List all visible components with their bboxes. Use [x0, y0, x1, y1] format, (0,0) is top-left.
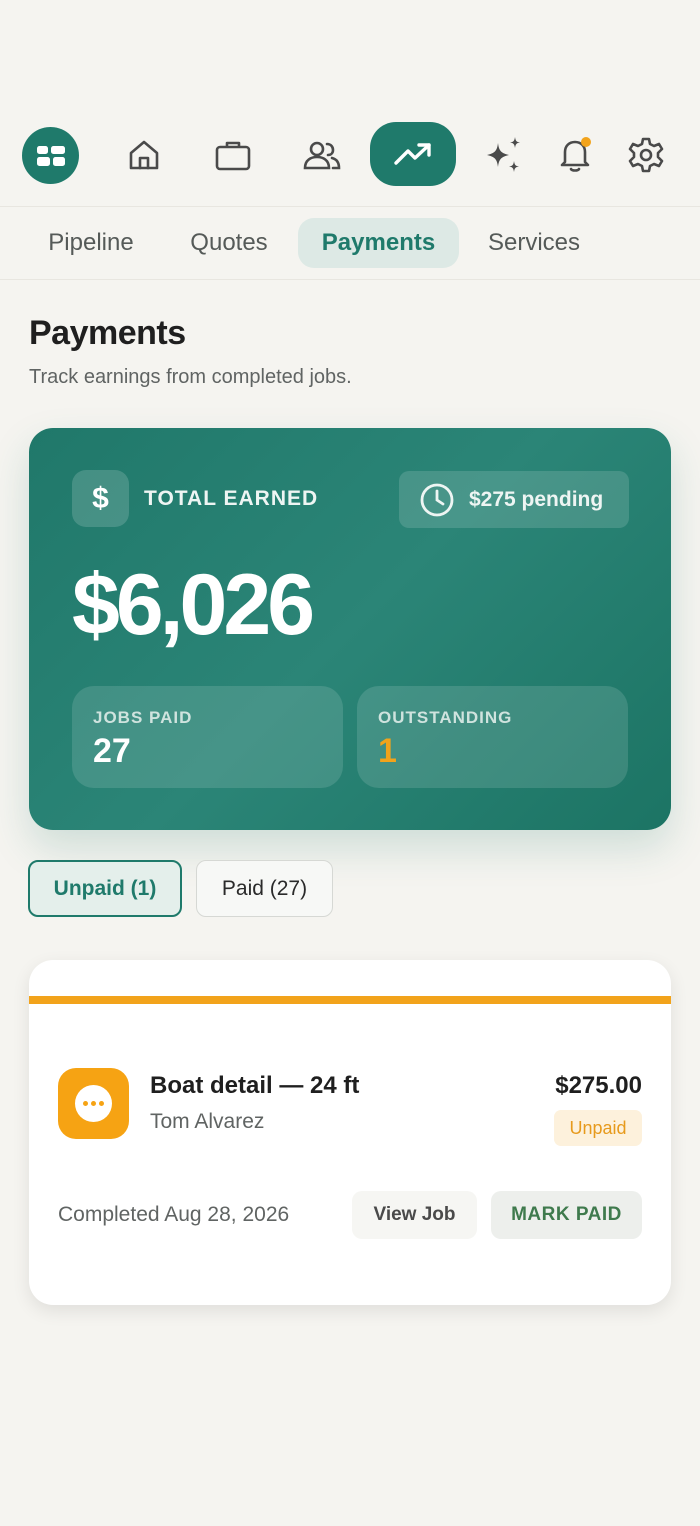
job-amount: $275.00: [555, 1072, 642, 1099]
top-icon-nav: [0, 122, 700, 188]
job-payment-card: Boat detail — 24 ft Tom Alvarez $275.00 …: [29, 960, 671, 1305]
section-tabs: Pipeline Quotes Payments Services: [0, 206, 700, 280]
filter-unpaid-chip[interactable]: Unpaid (1): [28, 860, 182, 917]
unpaid-status-strip: [29, 996, 671, 1004]
trending-up-icon[interactable]: [370, 122, 456, 186]
job-completed-date: Completed Aug 28, 2026: [58, 1203, 290, 1226]
jobs-paid-value: 27: [93, 732, 131, 770]
mark-paid-button[interactable]: MARK PAID: [491, 1191, 642, 1239]
dashboard-grid-icon[interactable]: [22, 127, 79, 184]
bell-icon[interactable]: [543, 122, 607, 188]
job-client: Tom Alvarez: [150, 1110, 265, 1133]
notification-dot: [581, 137, 591, 147]
pending-amount: $275 pending: [469, 487, 604, 511]
gear-icon[interactable]: [614, 122, 678, 188]
tab-quotes[interactable]: Quotes: [172, 218, 286, 268]
sparkles-icon[interactable]: [472, 122, 536, 188]
view-job-button[interactable]: View Job: [352, 1191, 477, 1239]
clock-icon: [420, 483, 454, 516]
pending-badge: $275 pending: [399, 471, 629, 528]
payments-screen: Pipeline Quotes Payments Services Paymen…: [0, 0, 700, 1526]
outstanding-value: 1: [378, 732, 397, 770]
outstanding-stat: OUTSTANDING 1: [357, 686, 628, 788]
dollar-icon: $: [72, 470, 129, 527]
page-subtitle: Track earnings from completed jobs.: [29, 366, 352, 388]
jobs-paid-stat: JOBS PAID 27: [72, 686, 343, 788]
total-earned-amount: $6,026: [72, 557, 315, 653]
home-icon[interactable]: [112, 122, 176, 188]
outstanding-label: OUTSTANDING: [378, 708, 513, 727]
tab-payments[interactable]: Payments: [298, 218, 459, 268]
tab-services[interactable]: Services: [470, 218, 598, 268]
page-title: Payments: [29, 314, 186, 352]
pending-dots-icon: [58, 1068, 129, 1139]
job-title: Boat detail — 24 ft: [150, 1072, 360, 1099]
users-icon[interactable]: [290, 122, 354, 188]
filter-paid-chip[interactable]: Paid (27): [196, 860, 333, 917]
status-badge: Unpaid: [554, 1110, 642, 1146]
earnings-summary-card: $ TOTAL EARNED $275 pending $6,026 JOBS …: [29, 428, 671, 830]
jobs-paid-label: JOBS PAID: [93, 708, 193, 727]
total-earned-label: TOTAL EARNED: [144, 487, 319, 510]
tab-pipeline[interactable]: Pipeline: [29, 218, 153, 268]
briefcase-icon[interactable]: [201, 122, 265, 188]
